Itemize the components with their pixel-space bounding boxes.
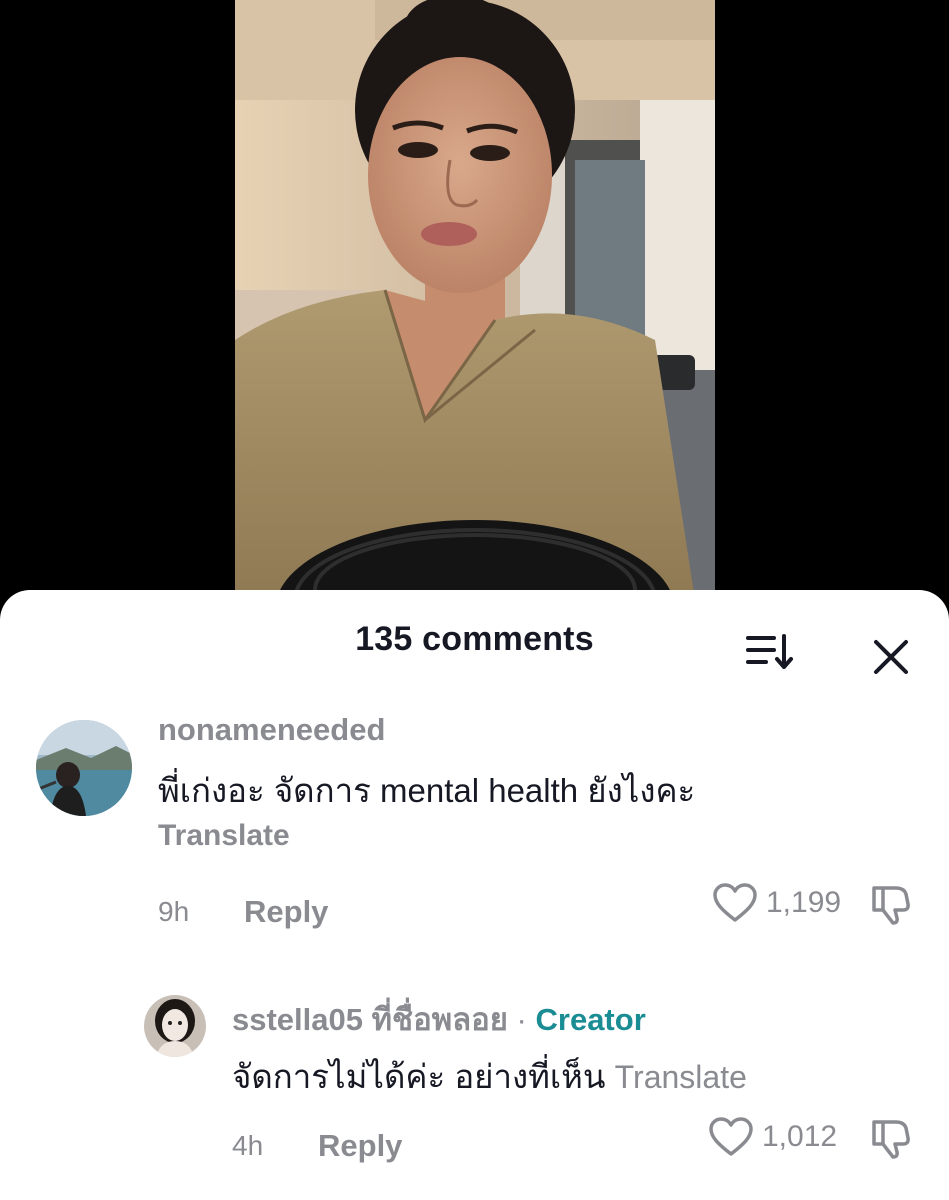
reply-username-line: sstella05 ที่ชื่อพลอย · Creator (232, 994, 646, 1044)
video-frame (235, 0, 715, 620)
reply-time: 4h (232, 1130, 264, 1161)
comment-text: พี่เก่งอะ จัดการ mental health ยังไงคะ (158, 772, 696, 809)
thumbs-down-icon (872, 1120, 910, 1159)
close-icon (874, 640, 908, 674)
like-button[interactable]: 1,199 (712, 882, 841, 924)
translate-link[interactable]: Translate (158, 819, 290, 853)
avatar-image (144, 995, 206, 1057)
creator-badge: Creator (535, 1002, 646, 1037)
sort-icon (746, 634, 793, 669)
comments-title: 135 comments (355, 620, 594, 658)
reply-username[interactable]: sstella05 ที่ชื่อพลอย (232, 1002, 508, 1037)
thumbs-down-icon (872, 886, 910, 925)
dislike-button[interactable] (868, 1114, 914, 1165)
reply-text: จัดการไม่ได้ค่ะ อย่างที่เห็น (232, 1058, 606, 1095)
comment-username[interactable]: nonameneeded (158, 712, 385, 748)
video-player[interactable] (235, 0, 715, 620)
avatar[interactable] (144, 995, 206, 1057)
like-count: 1,199 (766, 886, 842, 919)
like-count: 1,012 (762, 1120, 838, 1153)
comments-sheet: 135 comments nonameneeded พี่เก่งอะ จัดก… (0, 590, 949, 1200)
heart-icon (713, 883, 757, 922)
comment-time: 9h (158, 896, 190, 927)
close-button[interactable] (868, 634, 914, 680)
reply-text-line: จัดการไม่ได้ค่ะ อย่างที่เห็น Translate (232, 1050, 747, 1103)
reply-button[interactable]: Reply (244, 894, 328, 930)
heart-icon (709, 1117, 753, 1156)
separator-dot: · (516, 1002, 527, 1037)
like-button[interactable]: 1,012 (708, 1116, 837, 1158)
reply-button[interactable]: Reply (318, 1128, 402, 1164)
screen: 135 comments nonameneeded พี่เก่งอะ จัดก… (0, 0, 949, 1200)
sort-button[interactable] (744, 632, 796, 672)
avatar[interactable] (36, 720, 132, 816)
translate-link[interactable]: Translate (615, 1059, 747, 1095)
avatar-image (36, 720, 132, 816)
dislike-button[interactable] (868, 880, 914, 931)
